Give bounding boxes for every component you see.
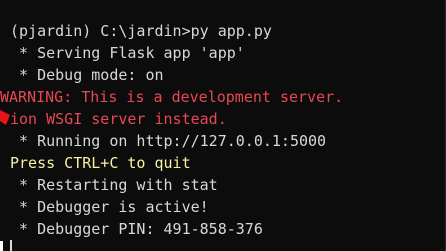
text-cursor	[10, 240, 12, 251]
terminal-line-restarting: * Restarting with stat	[10, 176, 218, 194]
terminal-window: (pjardin) C:\jardin>py app.py * Serving …	[0, 0, 446, 251]
terminal-line-warning: WARNING: This is a development server.	[0, 88, 344, 106]
terminal-line-debugger-pin: * Debugger PIN: 491-858-376	[10, 220, 263, 238]
window-edge-divider	[0, 241, 3, 251]
terminal-line-quit-hint: Press CTRL+C to quit	[10, 154, 191, 172]
red-arrow-icon	[0, 110, 10, 125]
terminal-line-debugger-active: * Debugger is active!	[10, 198, 209, 216]
terminal-line-debug-mode: * Debug mode: on	[10, 66, 164, 84]
terminal-line-command: (pjardin) C:\jardin>py app.py	[10, 22, 272, 40]
terminal-line-running: * Running on http://127.0.0.1:5000	[10, 132, 327, 150]
terminal-output[interactable]: (pjardin) C:\jardin>py app.py * Serving …	[0, 0, 446, 251]
terminal-line-serving: * Serving Flask app 'app'	[10, 44, 245, 62]
terminal-line-warning-continued: ion WSGI server instead.	[10, 110, 227, 128]
